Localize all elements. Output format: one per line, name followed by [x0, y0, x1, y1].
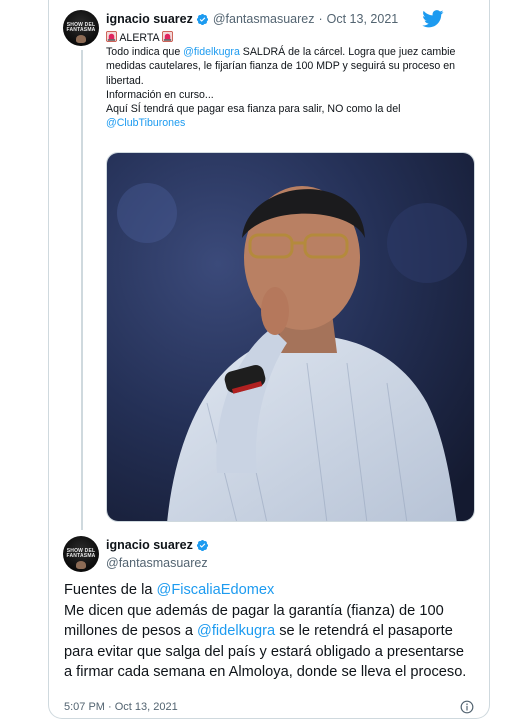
mention-link[interactable]: @FiscaliaEdomex — [157, 582, 275, 598]
text-span: Todo indica que — [106, 46, 184, 59]
verified-badge-icon — [196, 539, 208, 551]
siren-emoji-icon — [106, 31, 117, 42]
avatar-face — [76, 35, 86, 43]
main-paragraph-2: Me dicen que además de pagar la garantía… — [64, 601, 474, 683]
main-tweet-handle-row: @fantasmasuarez — [106, 556, 208, 570]
main-paragraph-1: Fuentes de la @FiscaliaEdomex — [64, 580, 474, 601]
avatar-face — [76, 561, 86, 569]
info-icon[interactable] — [460, 700, 474, 714]
tweet-photo[interactable] — [106, 152, 475, 522]
main-tweet-text: Fuentes de la @FiscaliaEdomex Me dicen q… — [64, 580, 474, 683]
author-handle[interactable]: @fantasmasuarez — [106, 556, 208, 570]
quoted-paragraph-3: Aquí SÍ tendrá que pagar esa fianza para… — [106, 102, 481, 130]
avatar[interactable]: SHOW DEL FANTASMA — [63, 536, 99, 572]
avatar-text: SHOW DEL FANTASMA — [66, 548, 96, 559]
twitter-bird-icon[interactable] — [422, 10, 444, 28]
mention-link[interactable]: @ClubTiburones — [106, 117, 185, 129]
quoted-paragraph-1: Todo indica que @fidelkugra SALDRÁ de la… — [106, 45, 481, 88]
quoted-tweet-header: ignacio suarez @fantasmasuarez · Oct 13,… — [106, 12, 398, 26]
tweet-date[interactable]: Oct 13, 2021 — [327, 12, 399, 26]
quoted-tweet-text: ALERTA Todo indica que @fidelkugra SALDR… — [106, 31, 481, 130]
tweet-timestamp[interactable]: 5:07 PM · Oct 13, 2021 — [64, 701, 178, 713]
author-name[interactable]: ignacio suarez — [106, 12, 193, 26]
main-tweet-author: ignacio suarez — [106, 538, 209, 552]
text-span: Aquí SÍ tendrá que pagar esa fianza para… — [106, 103, 401, 116]
author-handle[interactable]: @fantasmasuarez — [213, 12, 315, 26]
avatar[interactable]: SHOW DEL FANTASMA — [63, 10, 99, 46]
alert-line: ALERTA — [106, 31, 481, 45]
separator-dot: · — [318, 12, 323, 26]
photo-illustration — [107, 153, 474, 521]
thread-line — [81, 50, 83, 530]
text-span: Fuentes de la — [64, 582, 157, 598]
quoted-paragraph-2: Información en curso... — [106, 88, 214, 101]
alert-label: ALERTA — [119, 32, 160, 44]
siren-emoji-icon — [162, 31, 173, 42]
mention-link[interactable]: @fidelkugra — [183, 46, 240, 58]
author-name[interactable]: ignacio suarez — [106, 538, 193, 552]
verified-badge-icon — [196, 13, 208, 25]
avatar-text: SHOW DEL FANTASMA — [66, 22, 96, 33]
mention-link[interactable]: @fidelkugra — [197, 623, 275, 639]
